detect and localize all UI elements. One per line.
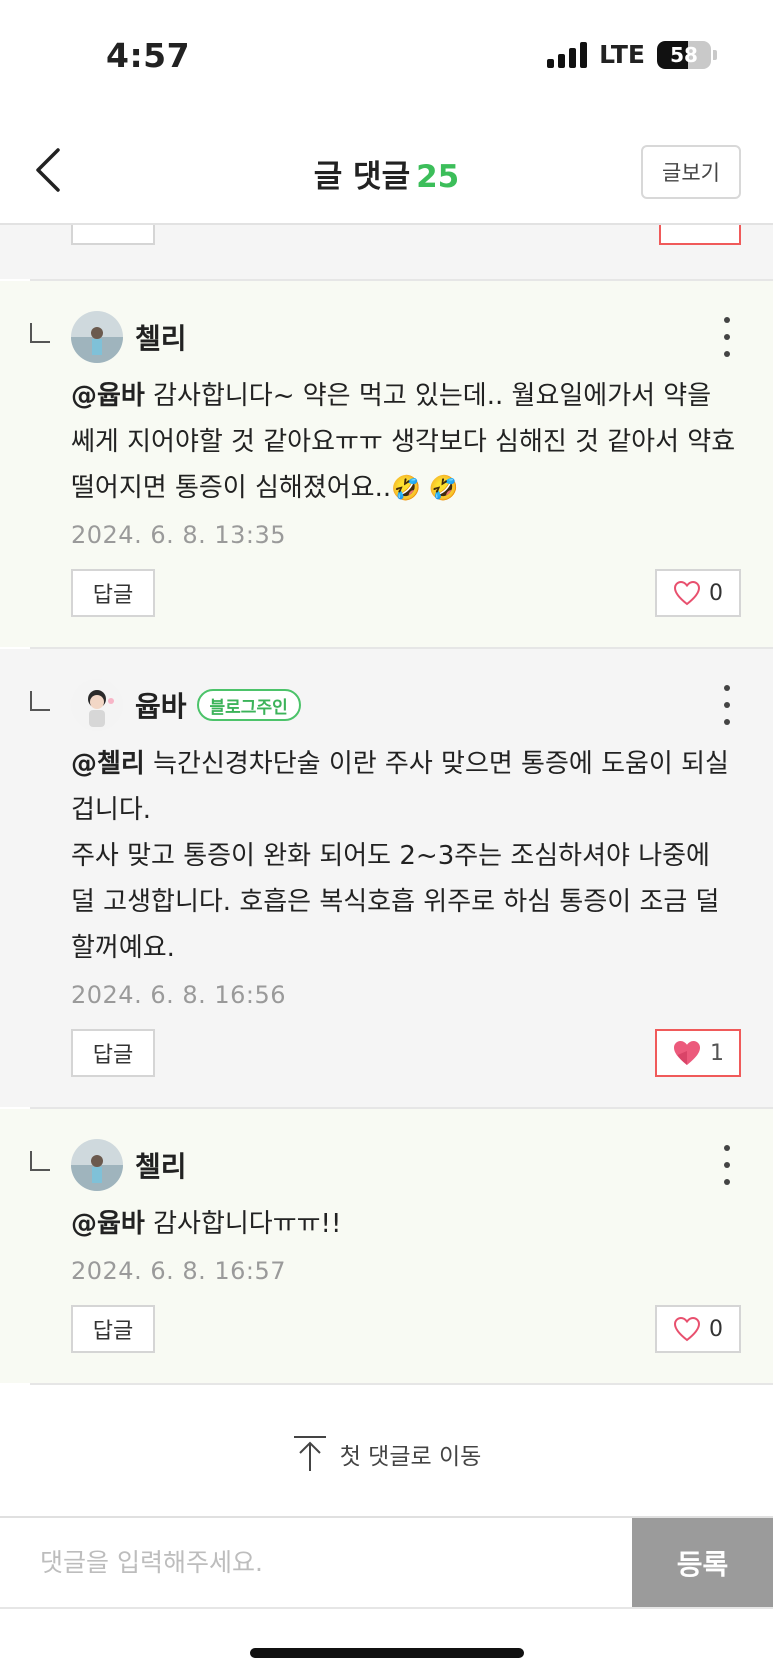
submit-button[interactable]: 등록: [632, 1518, 773, 1607]
status-bar: 4:57 LTE 58: [0, 0, 773, 115]
like-button[interactable]: 0: [655, 1305, 741, 1353]
comment-count: 25: [416, 159, 460, 195]
comment-item: 윱바 블로그주인 @첼리 늑간신경차단술 이란 주사 맞으면 통증에 도움이 되…: [0, 649, 773, 1107]
home-indicator[interactable]: [250, 1648, 524, 1658]
comment-body-line2: 주사 맞고 통증이 완화 되어도 2~3주는 조심하셔야 나중에 덜 고생합니다…: [71, 841, 720, 963]
reply-button[interactable]: 답글: [71, 1305, 155, 1353]
comment-item: 첼리 @윱바 감사합니다~ 약은 먹고 있는데.. 월요일에가서 약을 쎄게 지…: [0, 281, 773, 647]
reply-indent-icon: [30, 323, 50, 343]
jump-to-first-label: 첫 댓글로 이동: [339, 1444, 482, 1470]
reply-indent-icon: [30, 1151, 50, 1171]
network-label: LTE: [599, 40, 645, 69]
comment-date: 2024. 6. 8. 16:56: [71, 981, 287, 1009]
avatar[interactable]: [71, 679, 123, 731]
comment-actions: 답글 0: [71, 569, 741, 617]
comment-text: @윱바 감사합니다~ 약은 먹고 있는데.. 월요일에가서 약을 쎄게 지어야할…: [71, 373, 741, 511]
comment-actions: 답글 0: [71, 1305, 741, 1353]
like-count: 0: [709, 580, 723, 606]
divider: [30, 1383, 773, 1385]
like-count: 0: [709, 1316, 723, 1342]
comment-header: 첼리: [71, 1139, 741, 1191]
comment-text: @윱바 감사합니다ㅠㅠ!!: [71, 1201, 741, 1247]
battery-icon: 58: [657, 40, 711, 69]
jump-to-first-button[interactable]: 첫 댓글로 이동: [0, 1392, 773, 1516]
like-button[interactable]: 0: [655, 569, 741, 617]
view-post-button[interactable]: 글보기: [641, 145, 741, 199]
mention[interactable]: @윱바: [71, 381, 145, 411]
author-name[interactable]: 윱바: [135, 685, 187, 725]
author-name[interactable]: 첼리: [135, 1145, 187, 1185]
mention[interactable]: @첼리: [71, 749, 145, 779]
emoji: 🤣 🤣: [391, 474, 459, 502]
heart-filled-icon: [674, 1041, 700, 1065]
comment-input-bar: 등록: [0, 1516, 773, 1609]
more-icon[interactable]: [721, 685, 733, 725]
comment-header: 윱바 블로그주인: [71, 679, 741, 731]
comment-text: @첼리 늑간신경차단술 이란 주사 맞으면 통증에 도움이 되실 겁니다. 주사…: [71, 741, 741, 971]
like-button[interactable]: [659, 225, 741, 245]
previous-comment-footer: [0, 225, 773, 279]
arrow-up-icon: [293, 1436, 326, 1471]
header: 글 댓글 25 글보기: [0, 115, 773, 225]
blog-owner-badge: 블로그주인: [196, 689, 301, 721]
status-time: 4:57: [106, 36, 191, 75]
mention[interactable]: @윱바: [71, 1209, 145, 1239]
reply-button[interactable]: 답글: [71, 569, 155, 617]
battery-tip: [713, 49, 717, 60]
like-button[interactable]: 1: [655, 1029, 741, 1077]
battery-percent: 58: [670, 42, 698, 67]
more-icon[interactable]: [721, 317, 733, 357]
comment-list[interactable]: 첼리 @윱바 감사합니다~ 약은 먹고 있는데.. 월요일에가서 약을 쎄게 지…: [0, 225, 773, 1392]
status-indicators: LTE 58: [547, 40, 717, 69]
comment-body: 늑간신경차단술 이란 주사 맞으면 통증에 도움이 되실 겁니다.: [71, 749, 729, 825]
more-icon[interactable]: [721, 1145, 733, 1185]
comment-body: 감사합니다ㅠㅠ!!: [144, 1209, 342, 1239]
comment-date: 2024. 6. 8. 16:57: [71, 1257, 287, 1285]
comment-date: 2024. 6. 8. 13:35: [71, 521, 287, 549]
avatar[interactable]: [71, 311, 123, 363]
signal-icon: [547, 41, 588, 68]
reply-indent-icon: [30, 691, 50, 711]
avatar[interactable]: [71, 1139, 123, 1191]
comment-header: 첼리: [71, 311, 741, 363]
heart-outline-icon: [673, 580, 701, 606]
reply-button[interactable]: [71, 225, 155, 245]
comment-item: 첼리 @윱바 감사합니다ㅠㅠ!! 2024. 6. 8. 16:57 답글 0: [0, 1109, 773, 1383]
comment-actions: 답글 1: [71, 1029, 741, 1077]
comment-input[interactable]: [0, 1518, 632, 1607]
author-name[interactable]: 첼리: [135, 317, 187, 357]
page-title-text: 글 댓글: [313, 159, 411, 195]
heart-outline-icon: [673, 1316, 701, 1342]
like-count: 1: [710, 1040, 724, 1066]
reply-button[interactable]: 답글: [71, 1029, 155, 1077]
